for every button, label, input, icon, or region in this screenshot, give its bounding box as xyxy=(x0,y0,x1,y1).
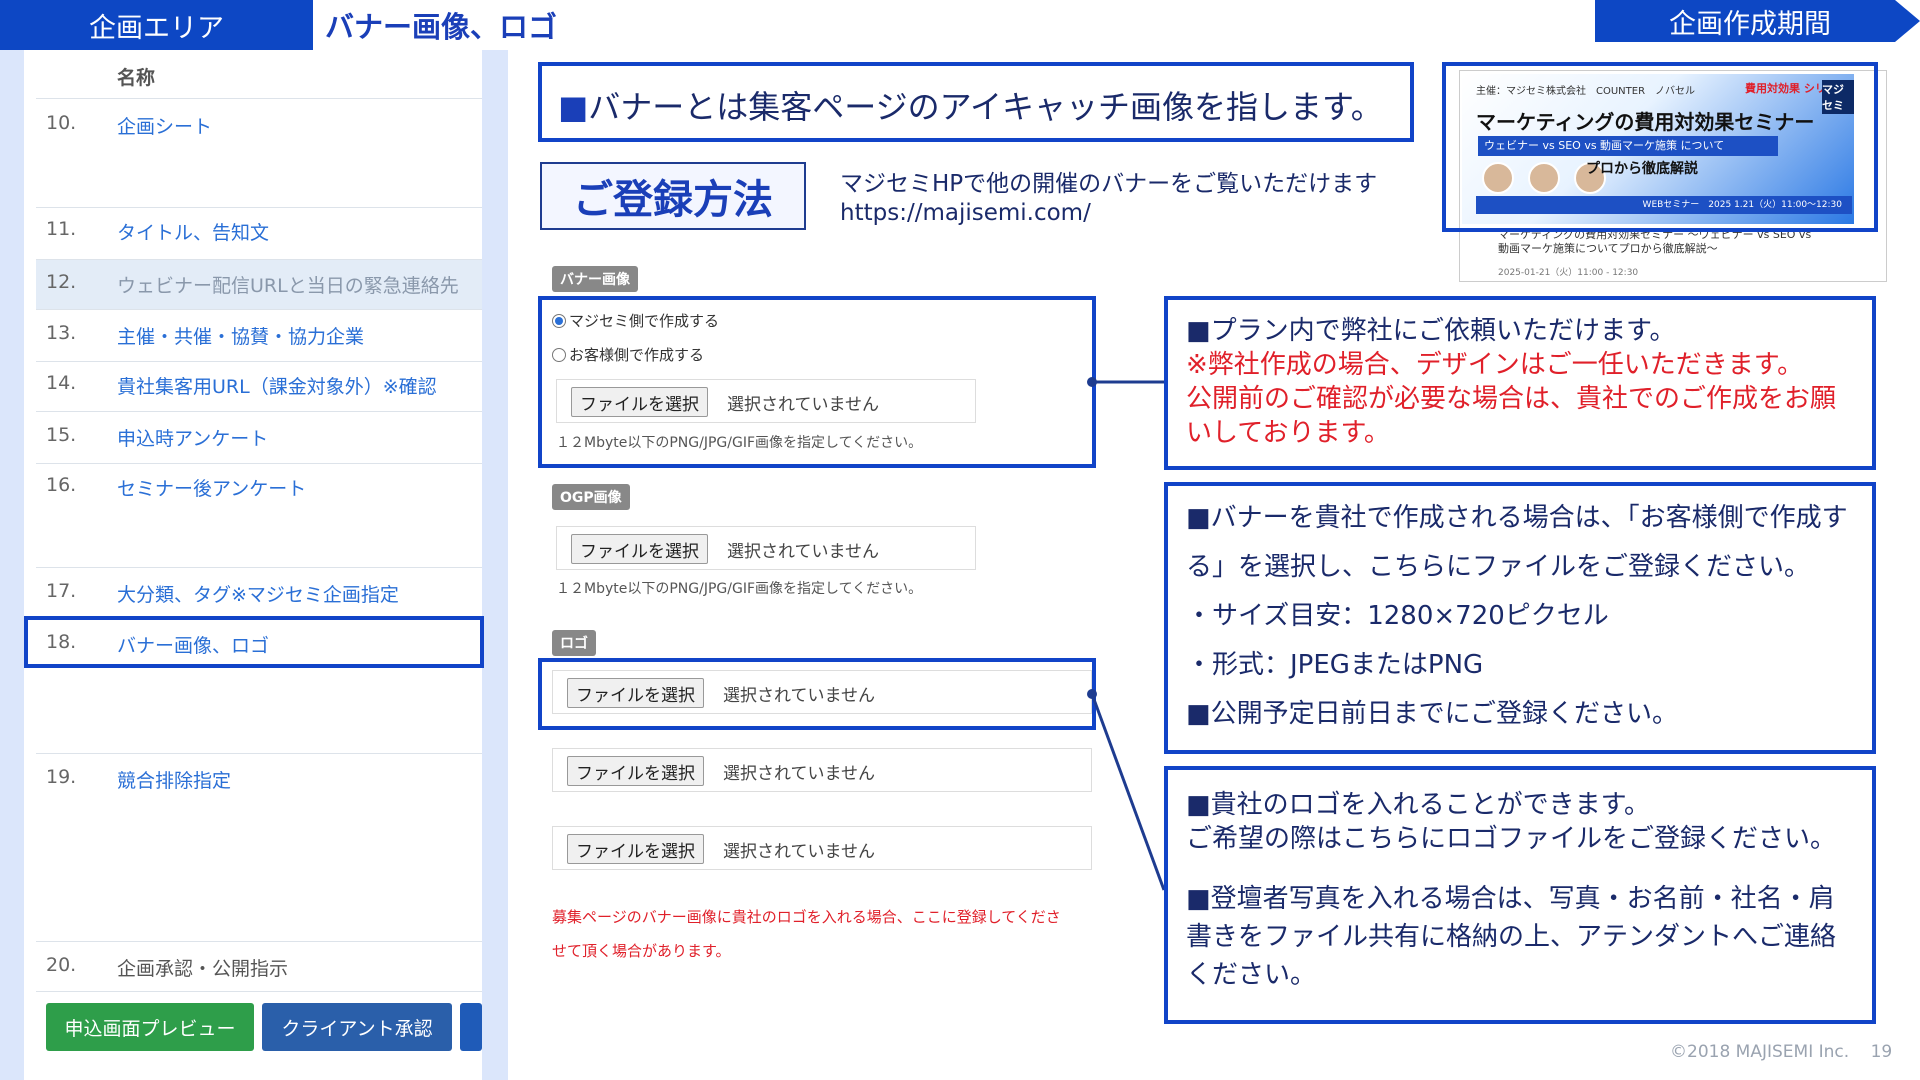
page-number: 19 xyxy=(1870,1042,1893,1062)
info-line: ご希望の際はこちらにロゴファイルをご登録ください。 xyxy=(1186,824,1837,854)
info-line: ■バナーを貴社で作成される場合は、「お客様側で作成する」を選択し、こちらにファイ… xyxy=(1186,503,1848,582)
info-line: ■公開予定日前日までにご登録ください。 xyxy=(1186,699,1679,729)
customer-info-box: ■バナーを貴社で作成される場合は、「お客様側で作成する」を選択し、こちらにファイ… xyxy=(1164,482,1876,754)
info-line: ・形式：JPEGまたはPNG xyxy=(1186,650,1484,680)
plan-info-box: ■プラン内で弊社にご依頼いただけます。 ※弊社作成の場合、デザインはご一任いただ… xyxy=(1164,296,1876,470)
info-line: ■貴社のロゴを入れることができます。 xyxy=(1186,790,1650,820)
info-line-warning: 公開前のご確認が必要な場合は、貴社でのご作成をお願いしております。 xyxy=(1186,384,1837,448)
info-line-warning: ※弊社作成の場合、デザインはご一任いただきます。 xyxy=(1186,350,1804,380)
logo-info-box: ■貴社のロゴを入れることができます。 ご希望の際はこちらにロゴファイルをご登録く… xyxy=(1164,766,1876,1024)
info-line: ■プラン内で弊社にご依頼いただけます。 xyxy=(1186,316,1676,346)
info-line: ・サイズ目安：1280×720ピクセル xyxy=(1186,601,1609,631)
footer: ©2018 MAJISEMI Inc. 19 xyxy=(1670,1042,1892,1062)
copyright: ©2018 MAJISEMI Inc. xyxy=(1670,1042,1850,1062)
info-line: ■登壇者写真を入れる場合は、写真・お名前・社名・肩書きをファイル共有に格納の上、… xyxy=(1186,884,1837,990)
